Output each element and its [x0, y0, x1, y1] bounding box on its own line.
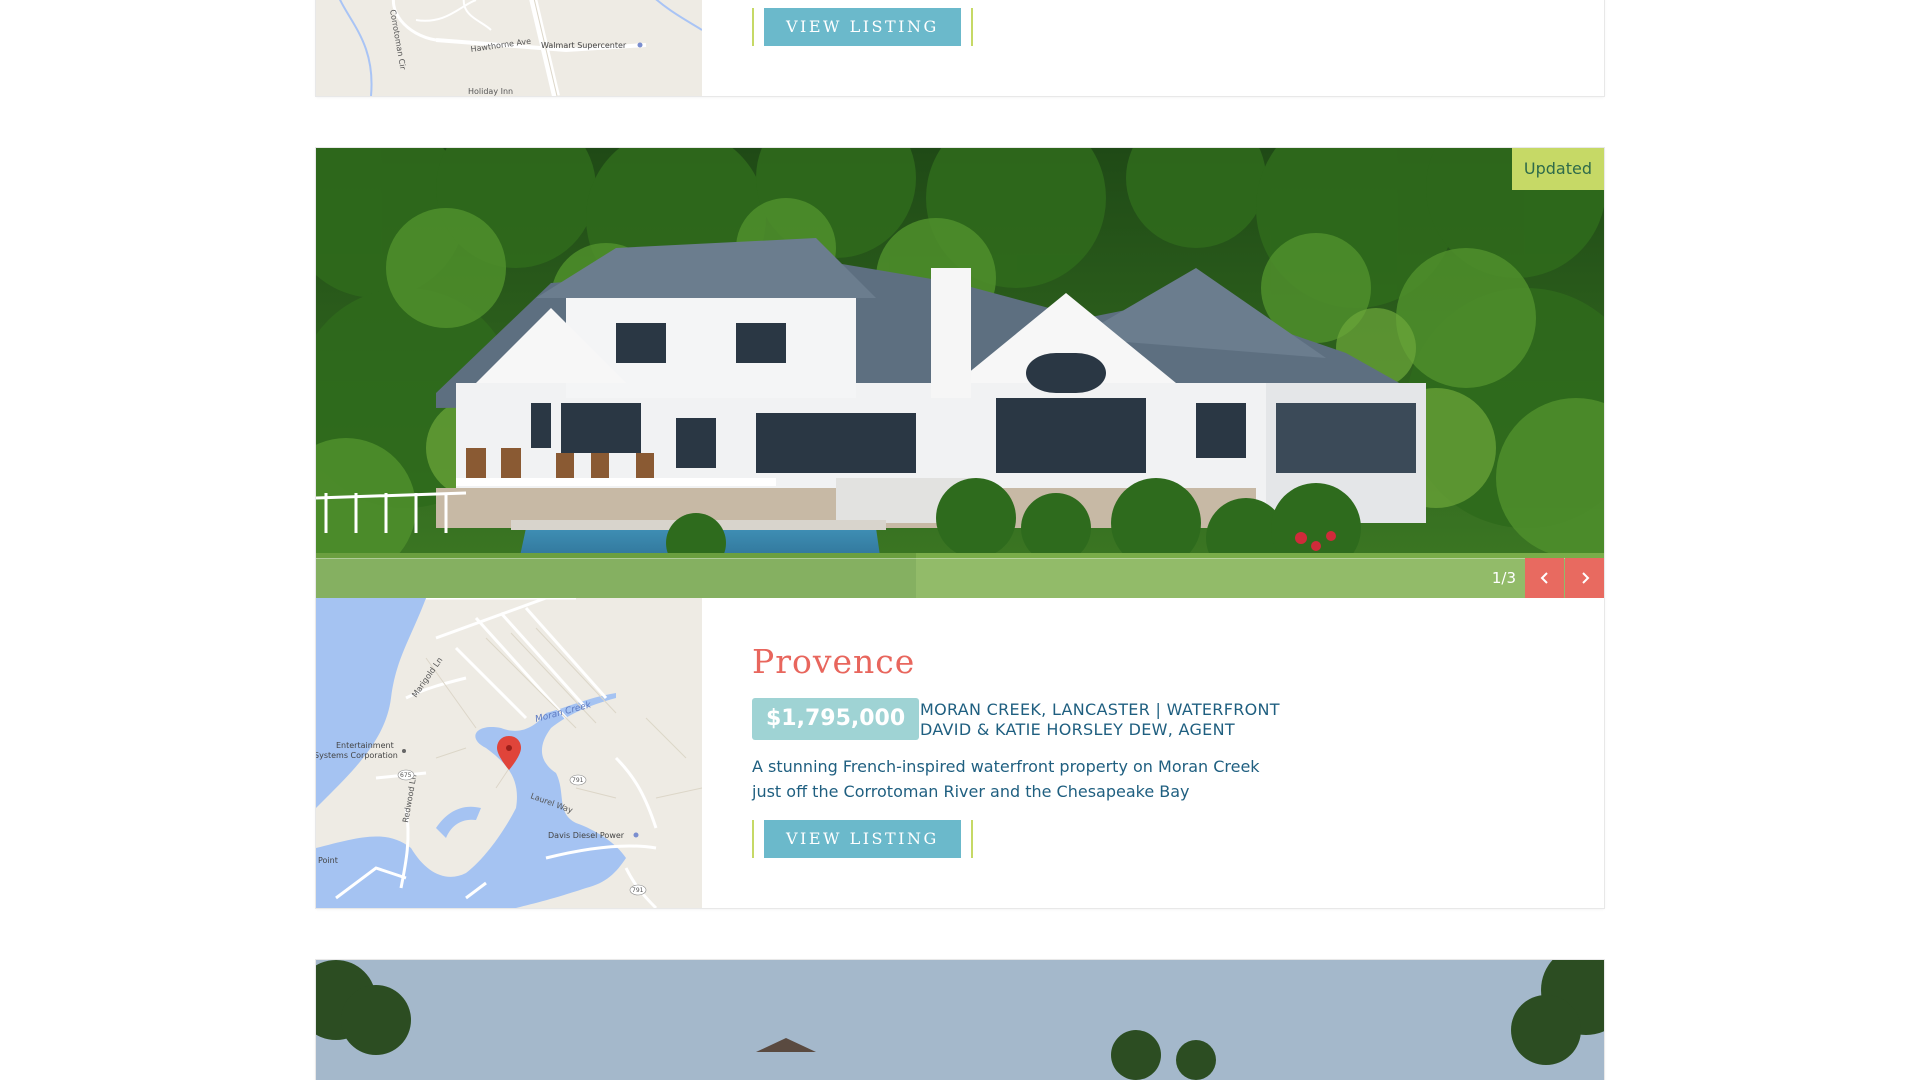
map-label: 791 — [632, 887, 644, 894]
next-slide-button[interactable] — [1565, 558, 1604, 598]
listing-map-previous[interactable]: Corrotoman Cir Hawthorne Ave Walmart Sup… — [316, 0, 703, 96]
chevron-right-icon — [1579, 571, 1591, 585]
listing-info: Provence $1,795,000 MORAN CREEK, LANCAST… — [752, 598, 1572, 908]
previous-slide-button[interactable] — [1525, 558, 1564, 598]
listing-location: MORAN CREEK, LANCASTER | WATERFRONT — [920, 700, 1280, 719]
view-listing-button[interactable]: VIEW LISTING — [764, 820, 961, 858]
map-label: Walmart Supercenter — [541, 41, 627, 50]
listing-price: $1,795,000 — [752, 698, 920, 740]
listing-title[interactable]: Provence — [752, 642, 915, 681]
listing-card: Updated 1/3 Marigold Ln Moran Creek Redw… — [316, 148, 1604, 908]
listing-photo-next[interactable] — [316, 960, 1604, 1080]
listing-meta: MORAN CREEK, LANCASTER | WATERFRONT DAVI… — [920, 700, 1280, 740]
view-listing-button[interactable]: VIEW LISTING — [764, 8, 961, 46]
listing-map[interactable]: Marigold Ln Moran Creek Redwood Ln Laure… — [316, 598, 702, 908]
chevron-left-icon — [1539, 571, 1551, 585]
slide-counter: 1/3 — [1491, 569, 1516, 587]
listing-agent: DAVID & KATIE HORSLEY DEW, AGENT — [920, 720, 1235, 739]
listing-description: A stunning French-inspired waterfront pr… — [752, 757, 1260, 801]
view-listing-button-frame: VIEW LISTING — [752, 8, 973, 46]
view-listing-button-frame: VIEW LISTING — [752, 820, 973, 858]
map-label: Systems Corporation — [316, 751, 398, 760]
listing-photo[interactable] — [316, 148, 1604, 598]
listing-card-next — [316, 960, 1604, 1080]
map-label: 791 — [572, 777, 584, 784]
map-label: Holiday Inn — [468, 87, 513, 96]
view-listing-button-wrapper: VIEW LISTING — [752, 820, 973, 858]
view-listing-button-wrapper-previous: VIEW LISTING — [752, 8, 973, 46]
slider-control-bar — [316, 558, 1604, 598]
map-label: Point — [318, 856, 338, 865]
map-label: Davis Diesel Power — [548, 831, 625, 840]
map-label: 675 — [400, 772, 412, 779]
updated-badge: Updated — [1511, 148, 1604, 190]
map-label: Entertainment — [336, 741, 394, 750]
listing-card-previous: Corrotoman Cir Hawthorne Ave Walmart Sup… — [316, 0, 1604, 96]
